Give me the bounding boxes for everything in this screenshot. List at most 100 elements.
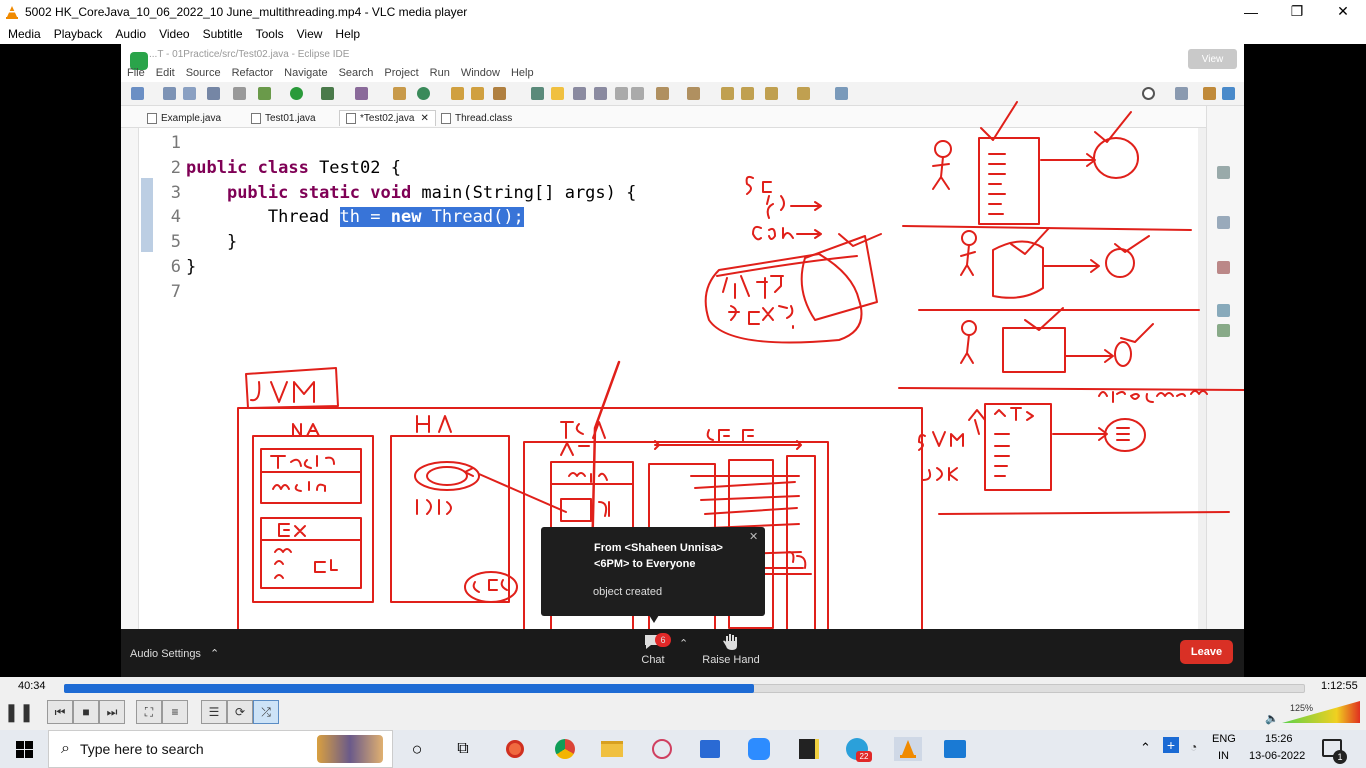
minimize-button[interactable]: — — [1228, 0, 1274, 23]
microsoft-store-icon[interactable] — [698, 737, 722, 761]
word-wrap-icon[interactable] — [594, 87, 607, 100]
language-top[interactable]: ENG — [1212, 733, 1236, 745]
language-bottom[interactable]: IN — [1218, 750, 1229, 762]
search-tool-icon[interactable] — [493, 87, 506, 100]
menu-video[interactable]: Video — [159, 27, 189, 41]
forward-icon[interactable] — [797, 87, 810, 100]
tab-test02-java[interactable]: *Test02.java ✕ — [339, 110, 436, 126]
chat-notification-popup[interactable]: From <Shaheen Unnisa> <6PM> to Everyone … — [541, 527, 765, 616]
cortana-icon[interactable]: ○ — [405, 737, 429, 761]
raise-hand-button[interactable]: Raise Hand — [701, 633, 761, 675]
eclipse-menu-navigate[interactable]: Navigate — [284, 67, 327, 79]
shuffle-icon[interactable]: ⤮ — [253, 700, 279, 724]
previous-icon[interactable]: ⏮ — [47, 700, 73, 724]
next-annotation-icon[interactable] — [656, 87, 669, 100]
open-perspective-icon[interactable] — [1175, 87, 1188, 100]
task-view-icon[interactable]: ⧉ — [451, 737, 475, 761]
console-icon[interactable] — [1217, 324, 1230, 337]
taskbar-search-box[interactable]: ⌕ Type here to search — [48, 730, 393, 768]
skip-icon[interactable] — [233, 87, 246, 100]
new-package-icon[interactable] — [393, 87, 406, 100]
highlight-icon[interactable] — [551, 87, 564, 100]
close-tab-icon[interactable]: ✕ — [420, 113, 428, 124]
hierarchy-icon[interactable] — [1217, 216, 1230, 229]
javadoc-icon[interactable] — [1217, 304, 1230, 317]
prev-annotation-icon[interactable] — [687, 87, 700, 100]
popup-close-icon[interactable]: ✕ — [749, 530, 758, 543]
eclipse-menu-project[interactable]: Project — [384, 67, 418, 79]
menu-subtitle[interactable]: Subtitle — [203, 27, 243, 41]
vlc-taskbar-icon[interactable] — [894, 737, 922, 761]
menu-media[interactable]: Media — [8, 27, 41, 41]
zoom-icon[interactable] — [747, 737, 771, 761]
editor-scrollbar[interactable] — [1198, 128, 1206, 629]
sticky-notes-icon[interactable] — [797, 737, 821, 761]
next-icon[interactable]: ⏭ — [99, 700, 125, 724]
eclipse-menu-refactor[interactable]: Refactor — [232, 67, 274, 79]
snipping-tool-icon[interactable] — [650, 737, 674, 761]
chat-button[interactable]: 6 Chat — [631, 633, 675, 675]
debug-icon[interactable] — [258, 87, 271, 100]
show-hidden-icons-chevron-icon[interactable]: ⌃ — [1140, 740, 1151, 756]
fullscreen-icon[interactable]: ⛶ — [136, 700, 162, 724]
search-icon[interactable] — [1142, 87, 1155, 100]
block-icon[interactable] — [573, 87, 586, 100]
total-time[interactable]: 1:12:55 — [1321, 680, 1358, 692]
eclipse-menu-file[interactable]: File — [127, 67, 145, 79]
new-icon[interactable] — [131, 87, 144, 100]
speaker-icon[interactable]: 🔈 — [1265, 712, 1279, 725]
whitespace-icon[interactable] — [615, 87, 628, 100]
clock-time[interactable]: 15:26 — [1265, 733, 1293, 745]
record-app-icon[interactable] — [503, 737, 527, 761]
close-button[interactable]: ✕ — [1320, 0, 1366, 23]
menu-view[interactable]: View — [297, 27, 323, 41]
java-perspective-icon[interactable] — [1203, 87, 1216, 100]
save-icon[interactable] — [163, 87, 176, 100]
outline-icon[interactable] — [1217, 166, 1230, 179]
chat-options-chevron-icon[interactable]: ⌃ — [679, 637, 688, 650]
eclipse-menu-edit[interactable]: Edit — [156, 67, 175, 79]
tab-test01-java[interactable]: Test01.java — [245, 110, 322, 126]
open-type-icon[interactable] — [451, 87, 464, 100]
file-explorer-icon[interactable] — [600, 737, 624, 761]
problems-icon[interactable] — [1217, 261, 1230, 274]
extended-settings-icon[interactable]: ≡ — [162, 700, 188, 724]
maximize-button[interactable]: ❐ — [1274, 0, 1320, 23]
audio-settings-button[interactable]: Audio Settings ⌃ — [130, 647, 219, 660]
add-icon[interactable]: + — [1163, 737, 1179, 753]
last-edit-icon[interactable] — [721, 87, 734, 100]
external-tools-icon[interactable] — [355, 87, 368, 100]
debug-perspective-icon[interactable] — [1222, 87, 1235, 100]
chrome-icon[interactable] — [553, 737, 577, 761]
menu-tools[interactable]: Tools — [256, 27, 284, 41]
annotation-icon[interactable] — [531, 87, 544, 100]
pin-editor-icon[interactable] — [835, 87, 848, 100]
clock-date[interactable]: 13-06-2022 — [1249, 750, 1305, 762]
back-edit-icon[interactable] — [741, 87, 754, 100]
eclipse-menu-window[interactable]: Window — [461, 67, 500, 79]
pilcrow-icon[interactable] — [631, 87, 644, 100]
terminal-icon[interactable] — [207, 87, 220, 100]
menu-playback[interactable]: Playback — [54, 27, 103, 41]
eclipse-menu-help[interactable]: Help — [511, 67, 534, 79]
run-icon[interactable] — [290, 87, 303, 100]
loop-icon[interactable]: ⟳ — [227, 700, 253, 724]
eclipse-menu-search[interactable]: Search — [339, 67, 374, 79]
save-all-icon[interactable] — [183, 87, 196, 100]
menu-help[interactable]: Help — [335, 27, 360, 41]
menu-audio[interactable]: Audio — [115, 27, 146, 41]
new-class-icon[interactable] — [417, 87, 430, 100]
photos-icon[interactable] — [943, 737, 967, 761]
eclipse-menu-source[interactable]: Source — [186, 67, 221, 79]
tab-thread-class[interactable]: Thread.class — [435, 110, 518, 126]
coverage-icon[interactable] — [321, 87, 334, 100]
stop-icon[interactable]: ■ — [73, 700, 99, 724]
back-icon[interactable] — [765, 87, 778, 100]
open-task-icon[interactable] — [471, 87, 484, 100]
eclipse-menu-run[interactable]: Run — [430, 67, 450, 79]
pause-icon[interactable]: ❚❚ — [4, 700, 34, 724]
elapsed-time[interactable]: 40:34 — [18, 680, 46, 692]
tab-example-java[interactable]: Example.java — [141, 110, 227, 126]
leave-button[interactable]: Leave — [1180, 640, 1233, 664]
playlist-icon[interactable]: ☰ — [201, 700, 227, 724]
